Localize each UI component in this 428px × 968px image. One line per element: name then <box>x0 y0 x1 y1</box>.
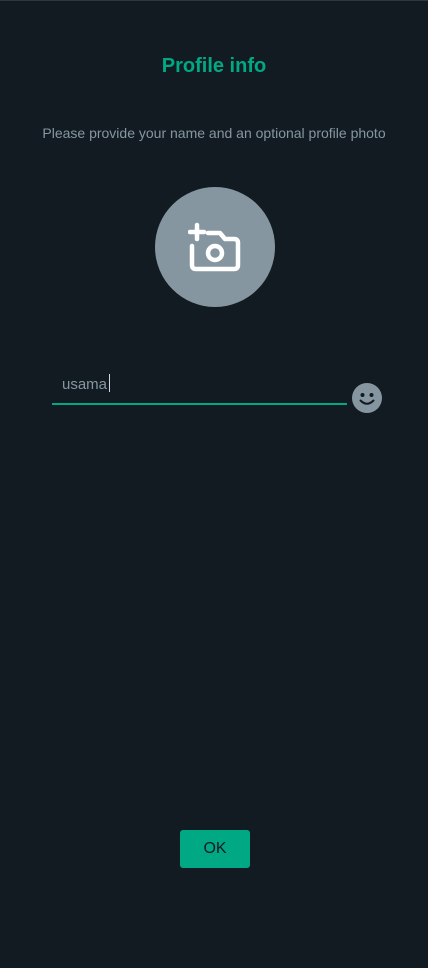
name-input[interactable]: usama <box>52 367 347 403</box>
smiley-icon <box>352 383 382 417</box>
text-caret <box>109 374 111 392</box>
name-input-value: usama <box>62 376 108 393</box>
profile-photo-picker[interactable] <box>155 187 275 307</box>
add-photo-icon <box>188 222 242 272</box>
ok-button[interactable]: OK <box>180 830 250 868</box>
emoji-button[interactable] <box>352 383 382 413</box>
profile-info-screen: Profile info Please provide your name an… <box>0 0 428 968</box>
page-title: Profile info <box>161 55 267 77</box>
page-subtitle: Please provide your name and an optional… <box>42 125 386 141</box>
name-field[interactable]: usama <box>52 367 347 405</box>
